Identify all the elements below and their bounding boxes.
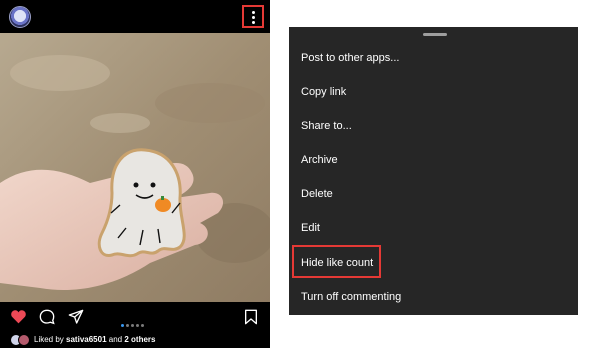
- hide-like-count-highlight: [292, 245, 381, 278]
- likes-summary[interactable]: Liked by sativa6501 and 2 others: [10, 334, 155, 347]
- menu-post-to-other-apps[interactable]: Post to other apps...: [301, 49, 399, 67]
- menu-edit[interactable]: Edit: [301, 219, 320, 237]
- liked-others[interactable]: 2 others: [124, 335, 155, 344]
- menu-share-to[interactable]: Share to...: [301, 117, 352, 135]
- more-options-button[interactable]: [242, 5, 264, 28]
- post-photo[interactable]: [0, 33, 270, 302]
- menu-copy-link[interactable]: Copy link: [301, 83, 346, 101]
- sheet-drag-handle[interactable]: [423, 33, 447, 36]
- more-options-icon: [252, 11, 255, 14]
- more-options-icon-dot: [252, 21, 255, 24]
- comment-icon[interactable]: [39, 309, 55, 325]
- more-options-icon-dot: [252, 16, 255, 19]
- share-icon[interactable]: [68, 309, 84, 325]
- menu-turn-off-commenting[interactable]: Turn off commenting: [301, 288, 401, 306]
- liked-user[interactable]: sativa6501: [66, 335, 106, 344]
- liker-avatar: [18, 334, 30, 346]
- carousel-indicator: [121, 314, 146, 332]
- heart-icon[interactable]: [10, 309, 27, 324]
- profile-avatar[interactable]: [9, 6, 31, 28]
- post-screen: Liked by sativa6501 and 2 others: [0, 0, 270, 348]
- bookmark-icon[interactable]: [244, 309, 258, 325]
- post-header: [0, 0, 270, 33]
- menu-archive[interactable]: Archive: [301, 151, 338, 169]
- liked-prefix: Liked by: [34, 335, 64, 345]
- liked-and: and: [108, 335, 123, 345]
- menu-delete[interactable]: Delete: [301, 185, 333, 203]
